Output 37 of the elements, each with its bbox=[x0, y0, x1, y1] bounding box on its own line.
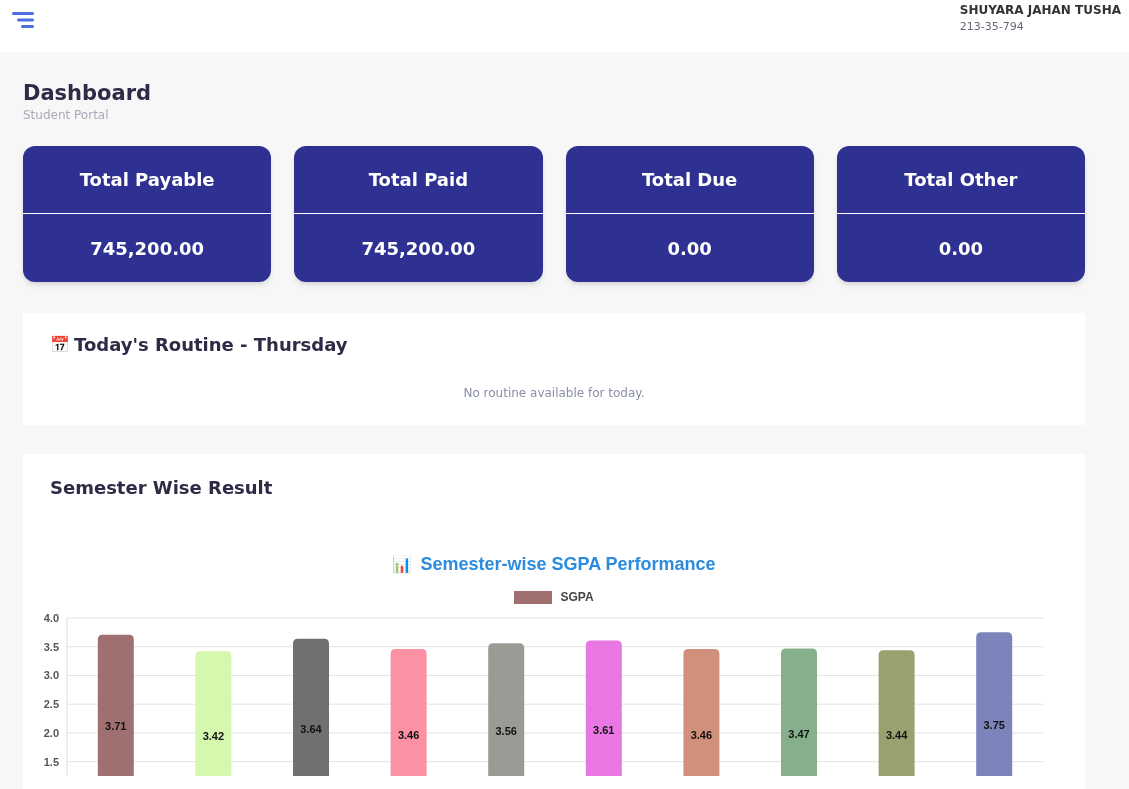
menu-icon[interactable] bbox=[12, 12, 34, 28]
routine-title: Today's Routine - Thursday bbox=[74, 333, 348, 358]
card-value: 0.00 bbox=[937, 236, 985, 261]
bar-chart-icon: 📊 bbox=[392, 552, 413, 577]
data-label: 3.71 bbox=[105, 720, 127, 733]
data-label: 3.47 bbox=[788, 728, 810, 741]
y-tick-label: 1.5 bbox=[43, 755, 59, 768]
data-label: 3.42 bbox=[202, 730, 225, 743]
user-name: SHUYARA JAHAN TUSHA bbox=[959, 2, 1121, 19]
legend-label: SGPA bbox=[560, 589, 594, 607]
card-value: 745,200.00 bbox=[360, 236, 477, 261]
legend-swatch bbox=[514, 590, 553, 604]
card-label: Total Other bbox=[836, 146, 1085, 215]
user-id: 213-35-794 bbox=[959, 19, 1025, 35]
y-tick-label: 4.0 bbox=[43, 612, 59, 625]
data-label: 3.46 bbox=[397, 728, 420, 741]
data-label: 3.61 bbox=[593, 723, 615, 736]
card-value: 0.00 bbox=[666, 236, 713, 261]
page-title: Dashboard bbox=[23, 80, 153, 107]
card-label: Total Paid bbox=[294, 146, 543, 215]
card-value: 745,200.00 bbox=[89, 236, 206, 261]
y-tick-label: 2.0 bbox=[43, 727, 59, 740]
y-tick-label: 3.5 bbox=[43, 640, 59, 653]
data-label: 3.75 bbox=[983, 719, 1005, 732]
data-label: 3.44 bbox=[885, 729, 908, 742]
y-tick-label: 3.0 bbox=[43, 669, 59, 682]
data-label: 3.64 bbox=[300, 722, 322, 735]
data-label: 3.46 bbox=[690, 728, 713, 741]
chart-title: Semester-wise SGPA Performance bbox=[420, 553, 716, 577]
y-tick-label: 2.5 bbox=[43, 698, 59, 711]
calendar-icon: 📅 bbox=[50, 332, 70, 357]
card-label: Total Payable bbox=[23, 146, 272, 215]
page-subtitle: Student Portal bbox=[23, 107, 110, 125]
data-label: 3.56 bbox=[495, 725, 517, 738]
card-label: Total Due bbox=[565, 146, 814, 215]
empty-message: No routine available for today. bbox=[462, 385, 646, 403]
result-title: Semester Wise Result bbox=[50, 476, 274, 501]
